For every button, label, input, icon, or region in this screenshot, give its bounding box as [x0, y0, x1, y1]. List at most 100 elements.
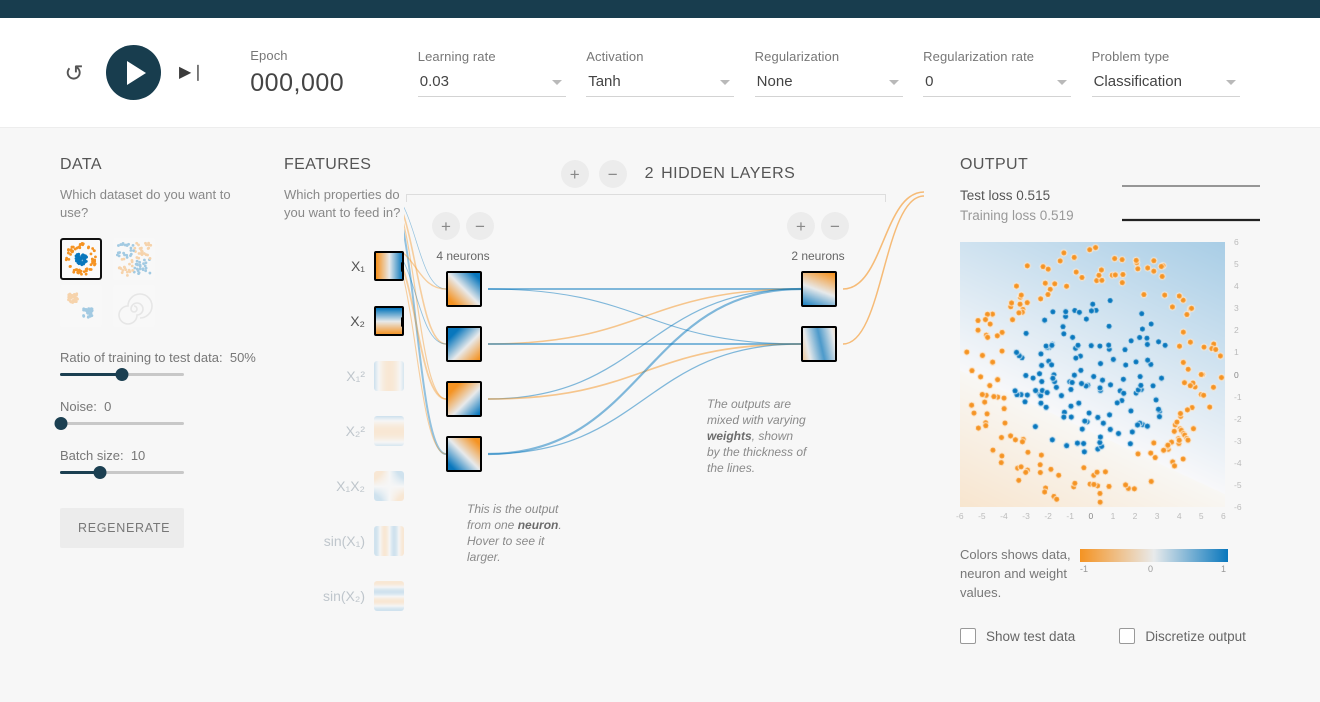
hidden-neuron-1-3[interactable]	[446, 381, 482, 417]
noise-slider-row: Noise: 0	[54, 398, 256, 430]
feature-sin-x1-node[interactable]	[374, 525, 404, 556]
feature-x1-node[interactable]	[374, 250, 404, 281]
play-button[interactable]	[106, 45, 161, 100]
dataset-point	[76, 271, 80, 274]
ratio-slider[interactable]	[60, 368, 184, 381]
legend-tick-max: 1	[1221, 564, 1227, 574]
feature-row: sin(X₂)	[284, 568, 404, 623]
dataset-point	[69, 300, 73, 304]
dataset-point	[128, 262, 131, 266]
x-axis-tick: 0	[1088, 511, 1094, 521]
hidden-neuron-2-1[interactable]	[801, 271, 837, 307]
network-connections	[404, 191, 925, 456]
y-axis-tick: -2	[1234, 413, 1242, 424]
regularization-select[interactable]: None	[754, 70, 903, 97]
node-output-pin-icon	[835, 339, 837, 351]
learning-rate-label: Learning rate	[417, 48, 496, 64]
discretize-output-checkbox[interactable]: Discretize output	[1119, 628, 1246, 644]
playback-controls: ↺ ▶❘	[60, 45, 232, 100]
epoch-label: Epoch	[250, 47, 288, 63]
feature-x2-squared-label: X₂²	[345, 422, 365, 439]
features-panel: FEATURES Which properties do you want to…	[284, 156, 404, 702]
feature-x2-squared-node[interactable]	[374, 415, 404, 446]
problem-type-label: Problem type	[1091, 48, 1170, 64]
dataset-point	[121, 268, 125, 272]
feature-x1-squared-node[interactable]	[374, 360, 404, 391]
feature-x1-squared-label: X₁²	[346, 367, 365, 384]
hidden-neuron-1-4[interactable]	[446, 436, 482, 472]
dataset-point	[75, 296, 79, 300]
play-icon	[126, 60, 146, 85]
show-test-data-checkbox[interactable]: Show test data	[960, 628, 1075, 644]
regularization-rate-select[interactable]: 0	[923, 70, 1072, 97]
legend-gradient-bar	[1080, 549, 1228, 562]
ratio-label: Ratio of training to test data: 50%	[60, 349, 256, 367]
gaussian-dataset-icon	[67, 292, 94, 319]
dataset-point	[89, 307, 93, 311]
dataset-point	[146, 247, 150, 250]
dataset-exclusive-or[interactable]	[113, 238, 155, 280]
legend-tick-mid: 0	[1148, 564, 1154, 574]
dataset-point	[81, 242, 85, 246]
feature-x1x2-node[interactable]	[374, 470, 404, 501]
feature-row: X₁²	[284, 348, 404, 403]
dataset-circle[interactable]	[60, 238, 102, 280]
problem-type-select[interactable]: Classification	[1091, 70, 1240, 97]
chevron-down-icon	[1225, 79, 1236, 85]
noise-slider-knob[interactable]	[54, 417, 68, 430]
x-axis-tick: -2	[1044, 511, 1052, 521]
dataset-point	[74, 259, 78, 263]
data-panel-subtitle: Which dataset do you want to use?	[60, 187, 231, 220]
node-output-pin-icon	[480, 449, 482, 461]
noise-slider[interactable]	[54, 417, 184, 430]
activation-select[interactable]: Tanh	[586, 70, 735, 97]
hidden-neuron-1-2[interactable]	[446, 326, 482, 362]
regularization-label: Regularization	[754, 48, 840, 64]
epoch-display: Epoch 000,000	[250, 48, 417, 98]
learning-rate-select[interactable]: 0.03	[417, 70, 566, 97]
hidden-neuron-2-2[interactable]	[801, 326, 837, 362]
legend-tick-labels: -1 0 1	[1080, 564, 1228, 578]
batch-slider-row: Batch size: 10	[60, 447, 256, 479]
feature-x1-label: X₁	[350, 257, 365, 274]
dataset-point	[91, 261, 94, 265]
dataset-point	[86, 315, 90, 319]
legend-description: Colors shows data, neuron and weight val…	[960, 547, 1071, 600]
ratio-slider-knob[interactable]	[115, 368, 129, 381]
batch-slider[interactable]	[60, 466, 184, 479]
y-axis-tick: 5	[1234, 259, 1239, 270]
x-axis-tick: -3	[1022, 511, 1030, 521]
y-axis-tick: 0	[1234, 369, 1239, 380]
dataset-point	[73, 247, 77, 251]
step-forward-icon[interactable]: ▶❘	[179, 64, 205, 81]
discretize-output-label: Discretize output	[1145, 628, 1246, 644]
legend-tick-min: -1	[1080, 564, 1089, 574]
dataset-point	[71, 245, 75, 249]
y-axis-tick: 1	[1234, 347, 1239, 358]
dataset-point	[81, 261, 84, 264]
dataset-point	[129, 246, 133, 250]
output-heatmap[interactable]	[960, 242, 1225, 507]
dataset-spiral[interactable]	[113, 285, 155, 327]
hidden-neuron-1-1[interactable]	[446, 271, 482, 307]
regenerate-button[interactable]: REGENERATE	[60, 508, 184, 548]
output-panel: OUTPUT Test loss 0.515 Training loss 0.5…	[956, 156, 1260, 702]
problem-type-control: Problem type Classification	[1091, 48, 1260, 97]
dataset-point	[68, 265, 72, 268]
dataset-point	[94, 255, 97, 259]
epoch-value: 000,000	[250, 68, 345, 97]
dataset-point	[138, 263, 142, 267]
batch-slider-knob[interactable]	[93, 466, 107, 479]
dataset-point	[146, 253, 149, 257]
dataset-point	[117, 244, 120, 247]
feature-x2-node[interactable]	[374, 305, 404, 336]
x-axis-tick: 1	[1110, 511, 1116, 521]
chevron-down-icon	[551, 79, 562, 85]
reset-icon[interactable]: ↺	[60, 59, 88, 87]
test-loss-label: Test loss	[960, 188, 1013, 203]
dataset-point	[82, 314, 86, 318]
output-panel-title: OUTPUT	[960, 156, 1029, 173]
connection-line	[842, 195, 925, 345]
feature-sin-x2-node[interactable]	[374, 580, 404, 611]
dataset-gaussian[interactable]	[60, 285, 102, 327]
